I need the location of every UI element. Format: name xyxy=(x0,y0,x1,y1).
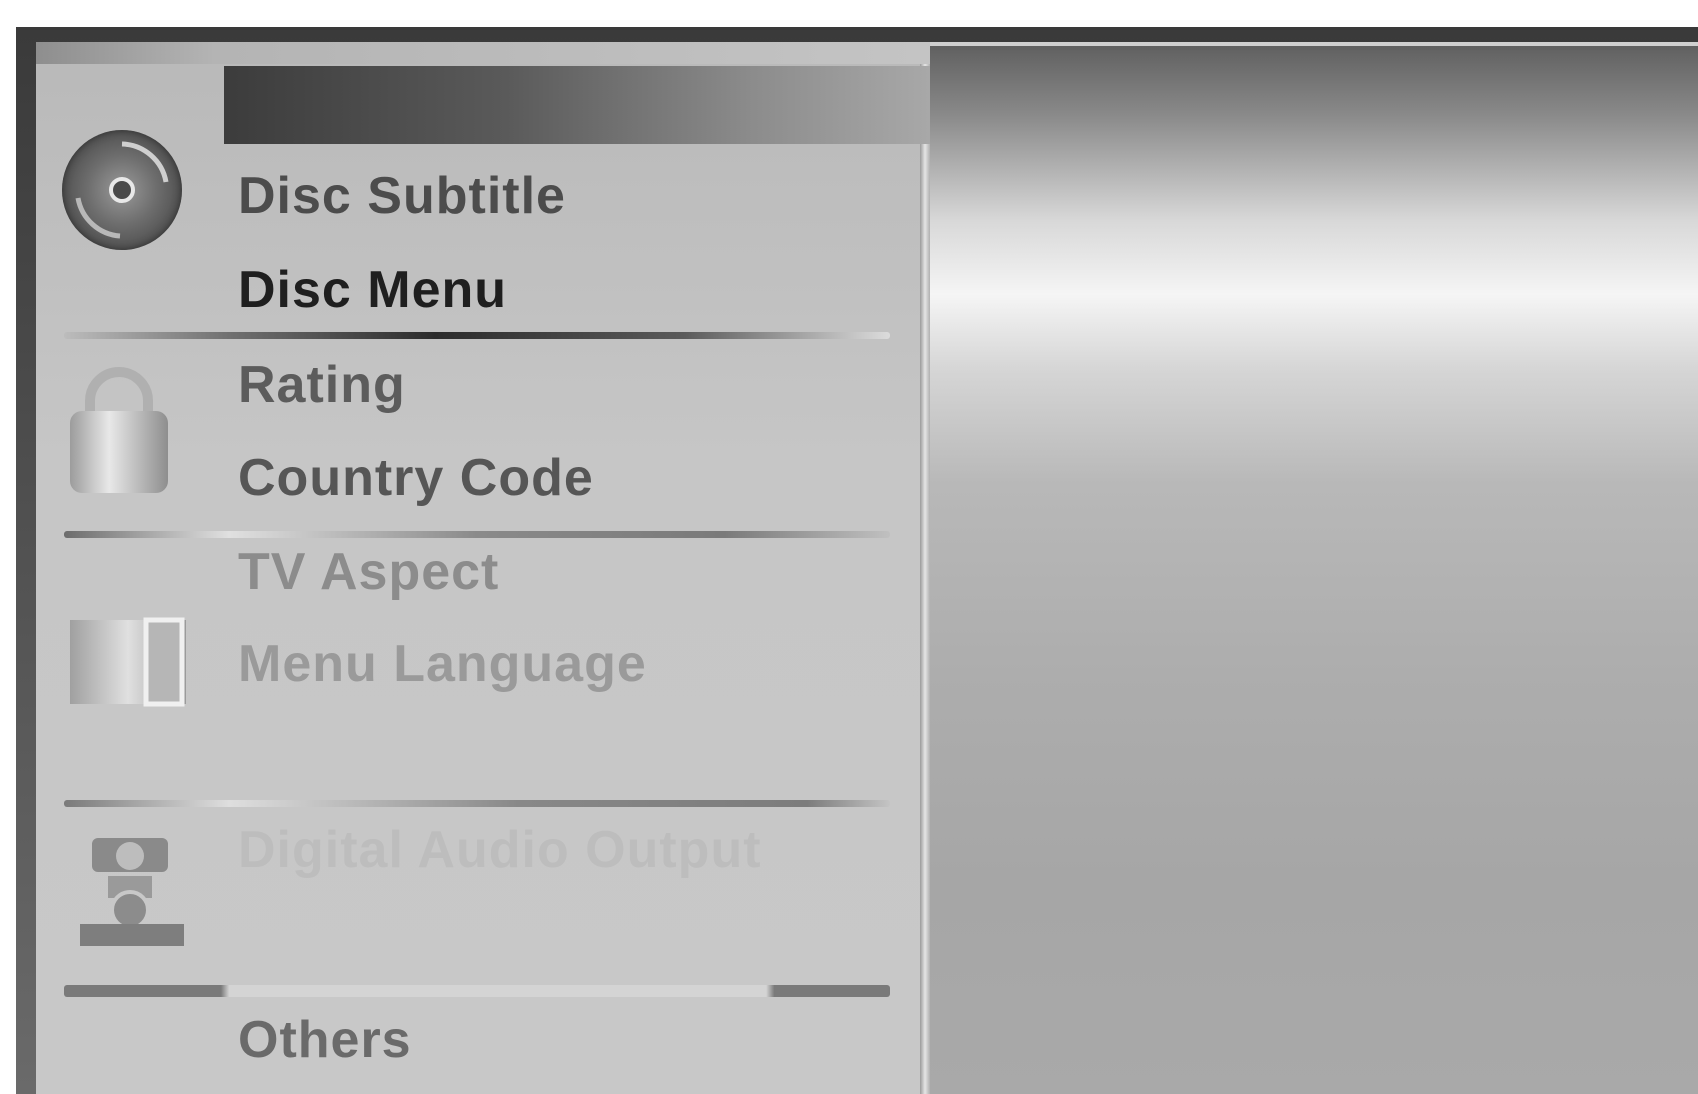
menu-top-edge xyxy=(36,42,930,64)
menu-header-strip xyxy=(224,66,930,144)
menu-item-country-code[interactable]: Country Code xyxy=(238,452,594,504)
menu-item-disc-menu[interactable]: Disc Menu xyxy=(238,264,507,316)
menu-item-rating[interactable]: Rating xyxy=(238,359,406,411)
group-divider xyxy=(64,800,890,807)
panel-divider xyxy=(920,42,930,1094)
speaker-icon xyxy=(78,832,186,950)
dvd-setup-screen: Disc Subtitle Disc Menu Rating Country C… xyxy=(0,0,1698,1094)
menu-item-disc-subtitle[interactable]: Disc Subtitle xyxy=(238,170,566,222)
disc-arrows xyxy=(75,141,169,239)
disc-icon xyxy=(62,130,182,250)
group-divider xyxy=(64,985,890,997)
group-divider xyxy=(64,332,890,339)
menu-item-others[interactable]: Others xyxy=(238,1014,412,1066)
menu-item-digital-audio-output[interactable]: Digital Audio Output xyxy=(238,824,762,876)
lock-icon xyxy=(66,365,172,497)
menu-item-menu-language[interactable]: Menu Language xyxy=(238,638,647,690)
options-panel xyxy=(928,42,1698,1094)
group-divider xyxy=(64,531,890,538)
menu-item-tv-aspect[interactable]: TV Aspect xyxy=(238,546,499,598)
tv-screen-icon xyxy=(68,612,188,712)
